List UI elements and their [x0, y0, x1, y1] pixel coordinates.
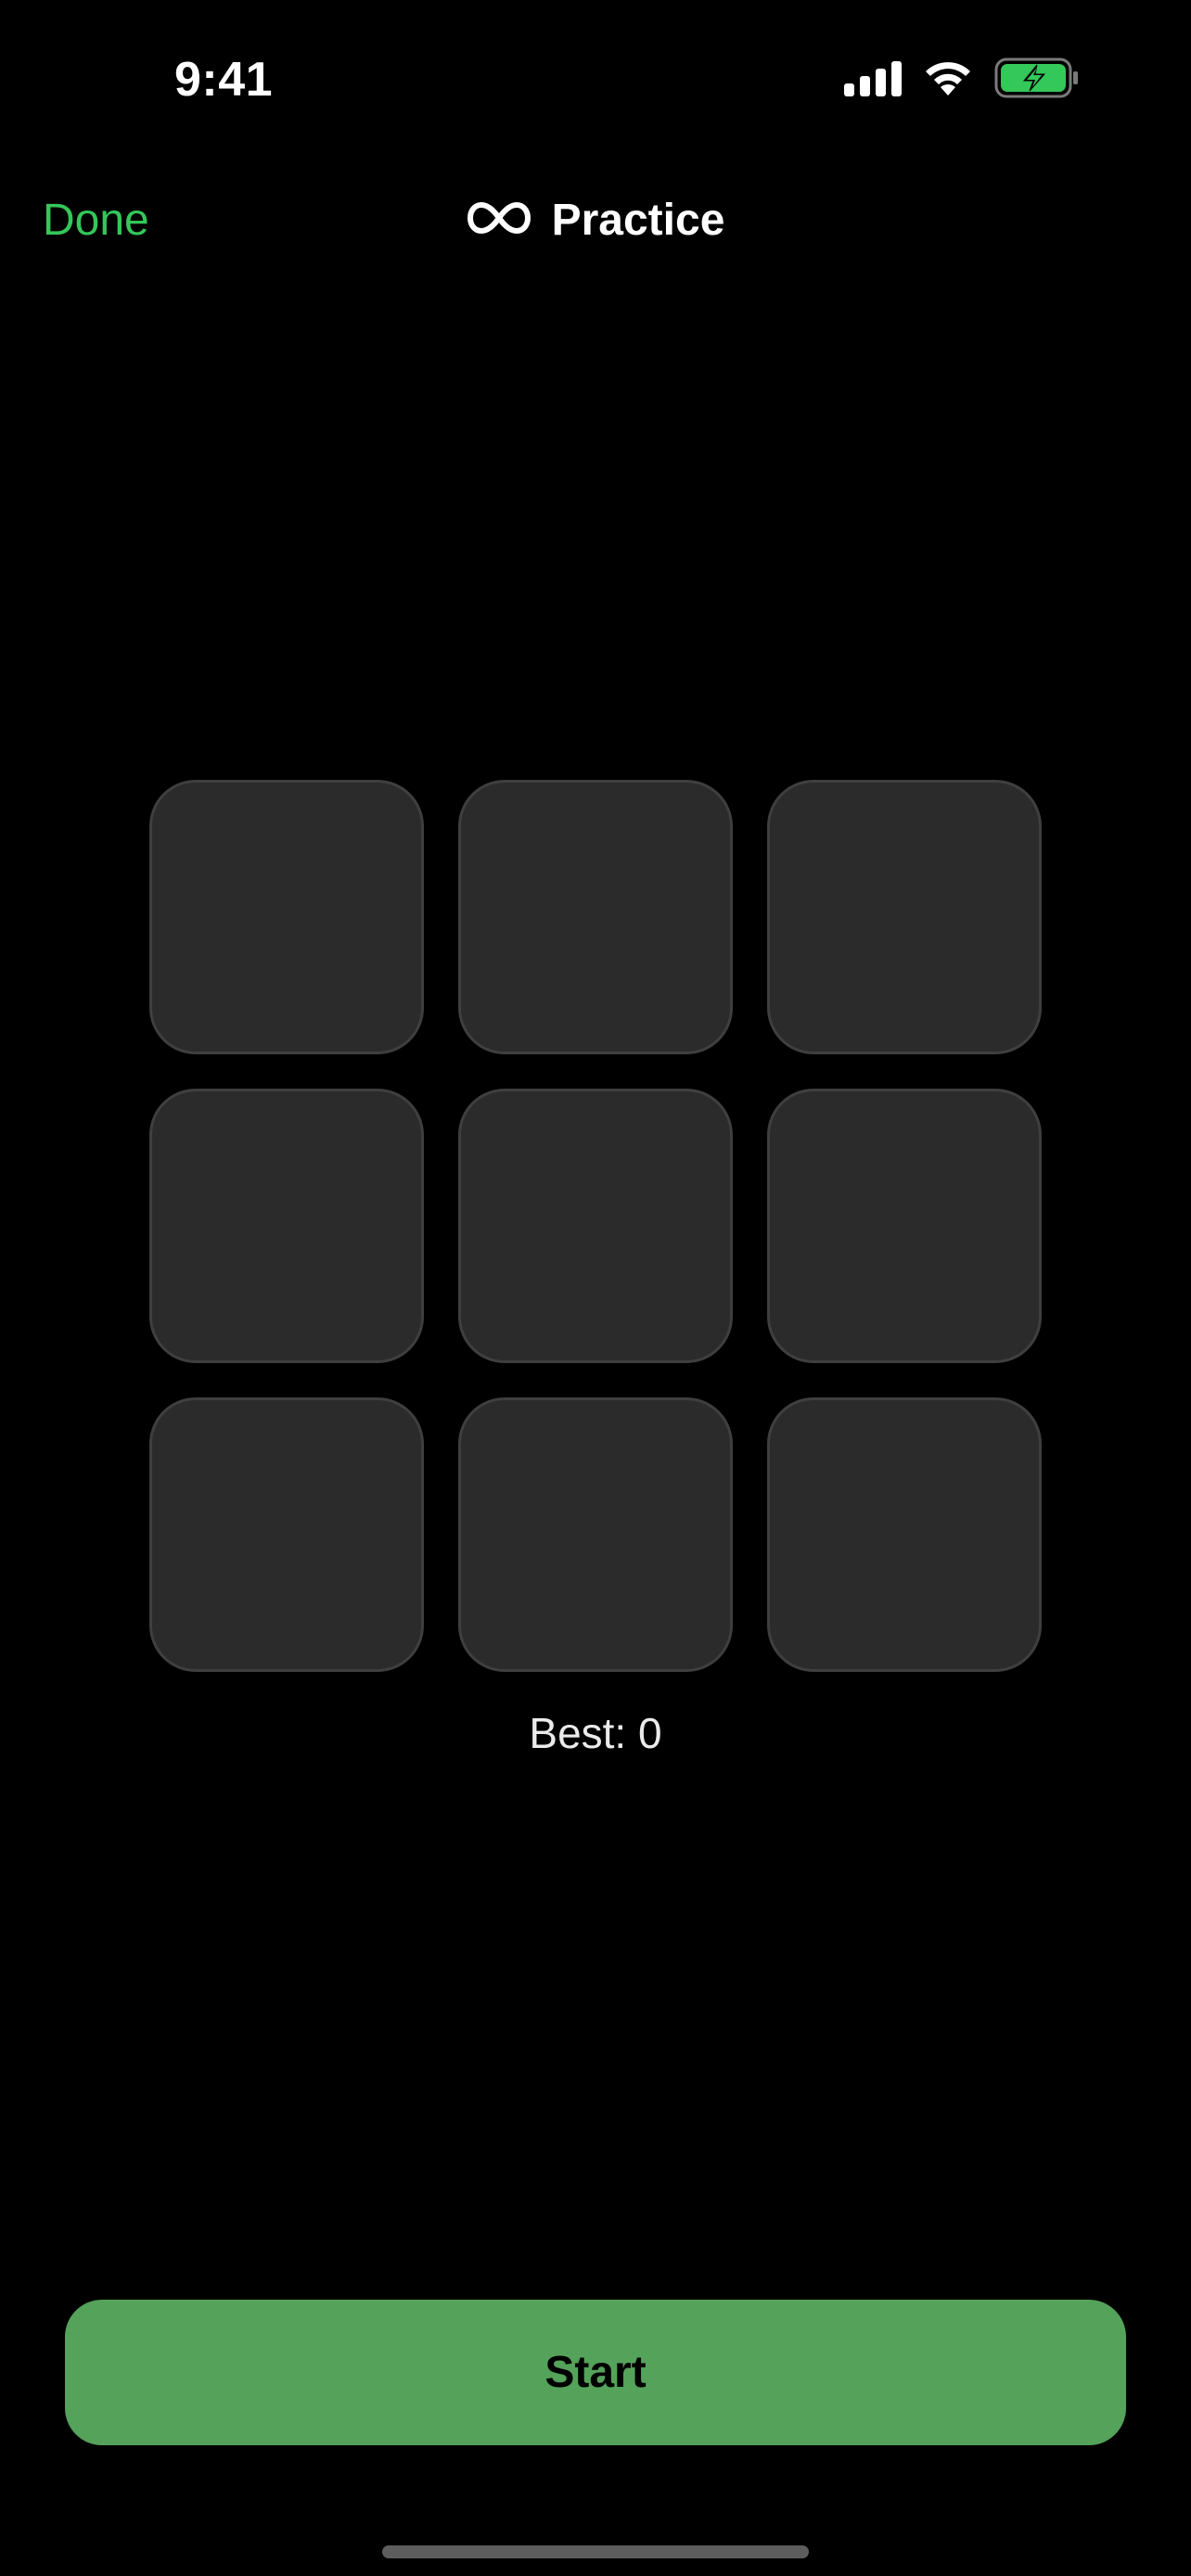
- status-bar: 9:41: [0, 0, 1191, 148]
- grid-tile-9[interactable]: [767, 1397, 1042, 1672]
- wifi-icon: [922, 58, 974, 97]
- grid-tile-4[interactable]: [149, 1089, 424, 1363]
- home-indicator[interactable]: [382, 2545, 809, 2558]
- grid-tile-3[interactable]: [767, 780, 1042, 1054]
- grid-tile-6[interactable]: [767, 1089, 1042, 1363]
- best-score-label: Best: 0: [529, 1709, 662, 1757]
- grid-tile-2[interactable]: [458, 780, 733, 1054]
- battery-charging-icon: [994, 57, 1080, 98]
- grid-tile-8[interactable]: [458, 1397, 733, 1672]
- nav-title: Practice: [0, 195, 1191, 246]
- grid-tile-7[interactable]: [149, 1397, 424, 1672]
- start-button[interactable]: Start: [65, 2300, 1126, 2445]
- tile-grid: [149, 780, 1042, 1672]
- nav-bar: Done Practice: [0, 176, 1191, 269]
- infinity-icon: [467, 199, 531, 241]
- status-icons: [844, 57, 1080, 98]
- status-time: 9:41: [174, 53, 274, 107]
- grid-tile-5[interactable]: [458, 1089, 733, 1363]
- cellular-signal-icon: [844, 59, 902, 96]
- grid-tile-1[interactable]: [149, 780, 424, 1054]
- page-title: Practice: [551, 196, 725, 245]
